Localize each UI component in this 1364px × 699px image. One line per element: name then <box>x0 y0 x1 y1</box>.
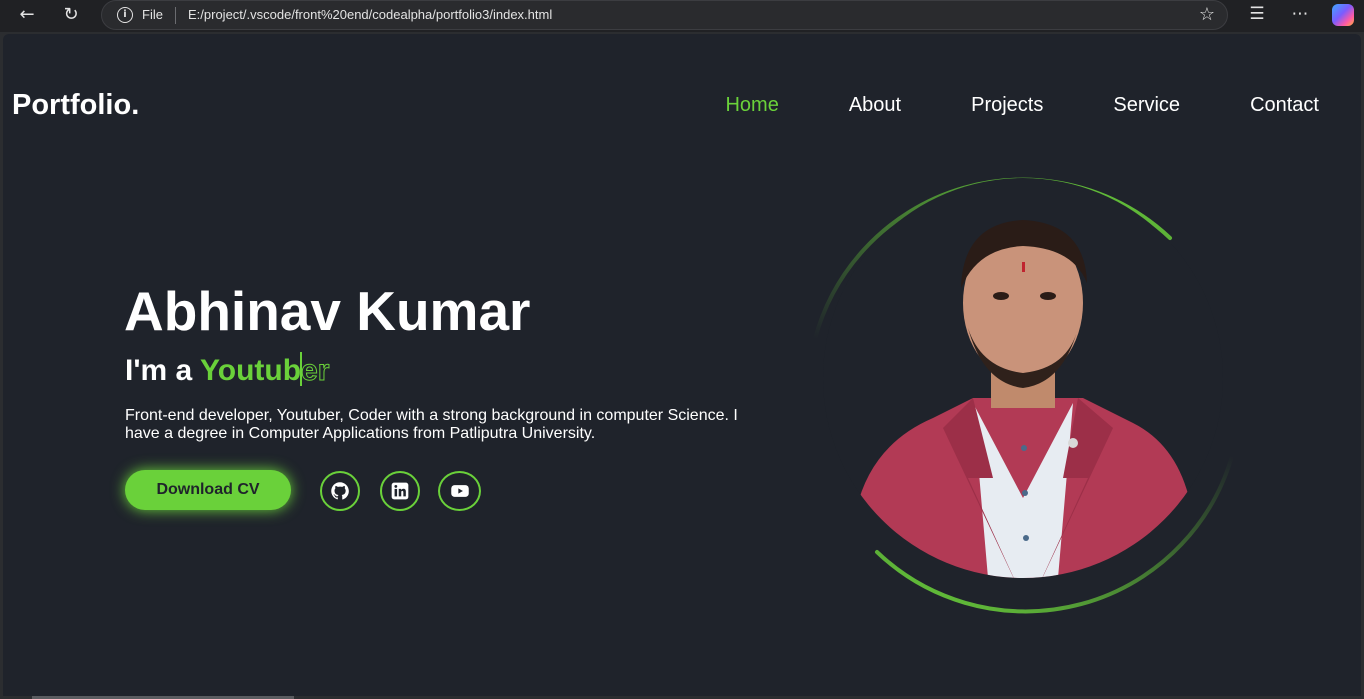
nav-home[interactable]: Home <box>725 94 778 117</box>
refresh-icon[interactable]: ↻ <box>58 4 84 26</box>
role-prefix: I'm a <box>125 354 200 387</box>
star-icon[interactable]: ☆ <box>1199 4 1215 25</box>
role-remaining: er <box>301 354 330 388</box>
address-bar[interactable]: i File E:/project/.vscode/front%20end/co… <box>101 0 1228 30</box>
role-typed: Youtub <box>199 354 302 387</box>
nav-projects[interactable]: Projects <box>971 94 1043 117</box>
profile-photo-area <box>810 174 1240 614</box>
github-icon <box>331 482 349 500</box>
youtube-link[interactable] <box>438 471 481 511</box>
hero-description: Front-end developer, Youtuber, Coder wit… <box>125 407 738 442</box>
page-viewport: Portfolio. Home About Projects Service C… <box>3 34 1361 696</box>
url-text[interactable]: E:/project/.vscode/front%20end/codealpha… <box>188 7 552 22</box>
url-separator <box>175 7 176 24</box>
download-cv-button[interactable]: Download CV <box>125 470 291 510</box>
back-arrow-icon[interactable]: ← <box>14 4 40 26</box>
info-icon[interactable]: i <box>117 7 133 23</box>
hero-name: Abhinav Kumar <box>124 280 531 342</box>
main-nav: Home About Projects Service Contact <box>655 94 1319 117</box>
url-scheme-label: File <box>142 7 163 22</box>
linkedin-link[interactable] <box>380 471 420 511</box>
nav-about[interactable]: About <box>849 94 901 117</box>
github-link[interactable] <box>320 471 360 511</box>
favorites-icon[interactable]: ☰ <box>1245 4 1269 24</box>
person-illustration <box>823 178 1223 578</box>
linkedin-icon <box>391 482 409 500</box>
more-icon[interactable]: ⋯ <box>1288 4 1312 24</box>
browser-toolbar: ← ↻ i File E:/project/.vscode/front%20en… <box>0 0 1364 32</box>
youtube-icon <box>450 485 469 497</box>
copilot-icon[interactable] <box>1332 4 1354 26</box>
nav-service[interactable]: Service <box>1113 94 1180 117</box>
hero-role: I'm a Youtuber <box>125 352 330 388</box>
nav-contact[interactable]: Contact <box>1250 94 1319 117</box>
profile-photo <box>823 178 1223 578</box>
site-logo[interactable]: Portfolio. <box>12 89 139 122</box>
